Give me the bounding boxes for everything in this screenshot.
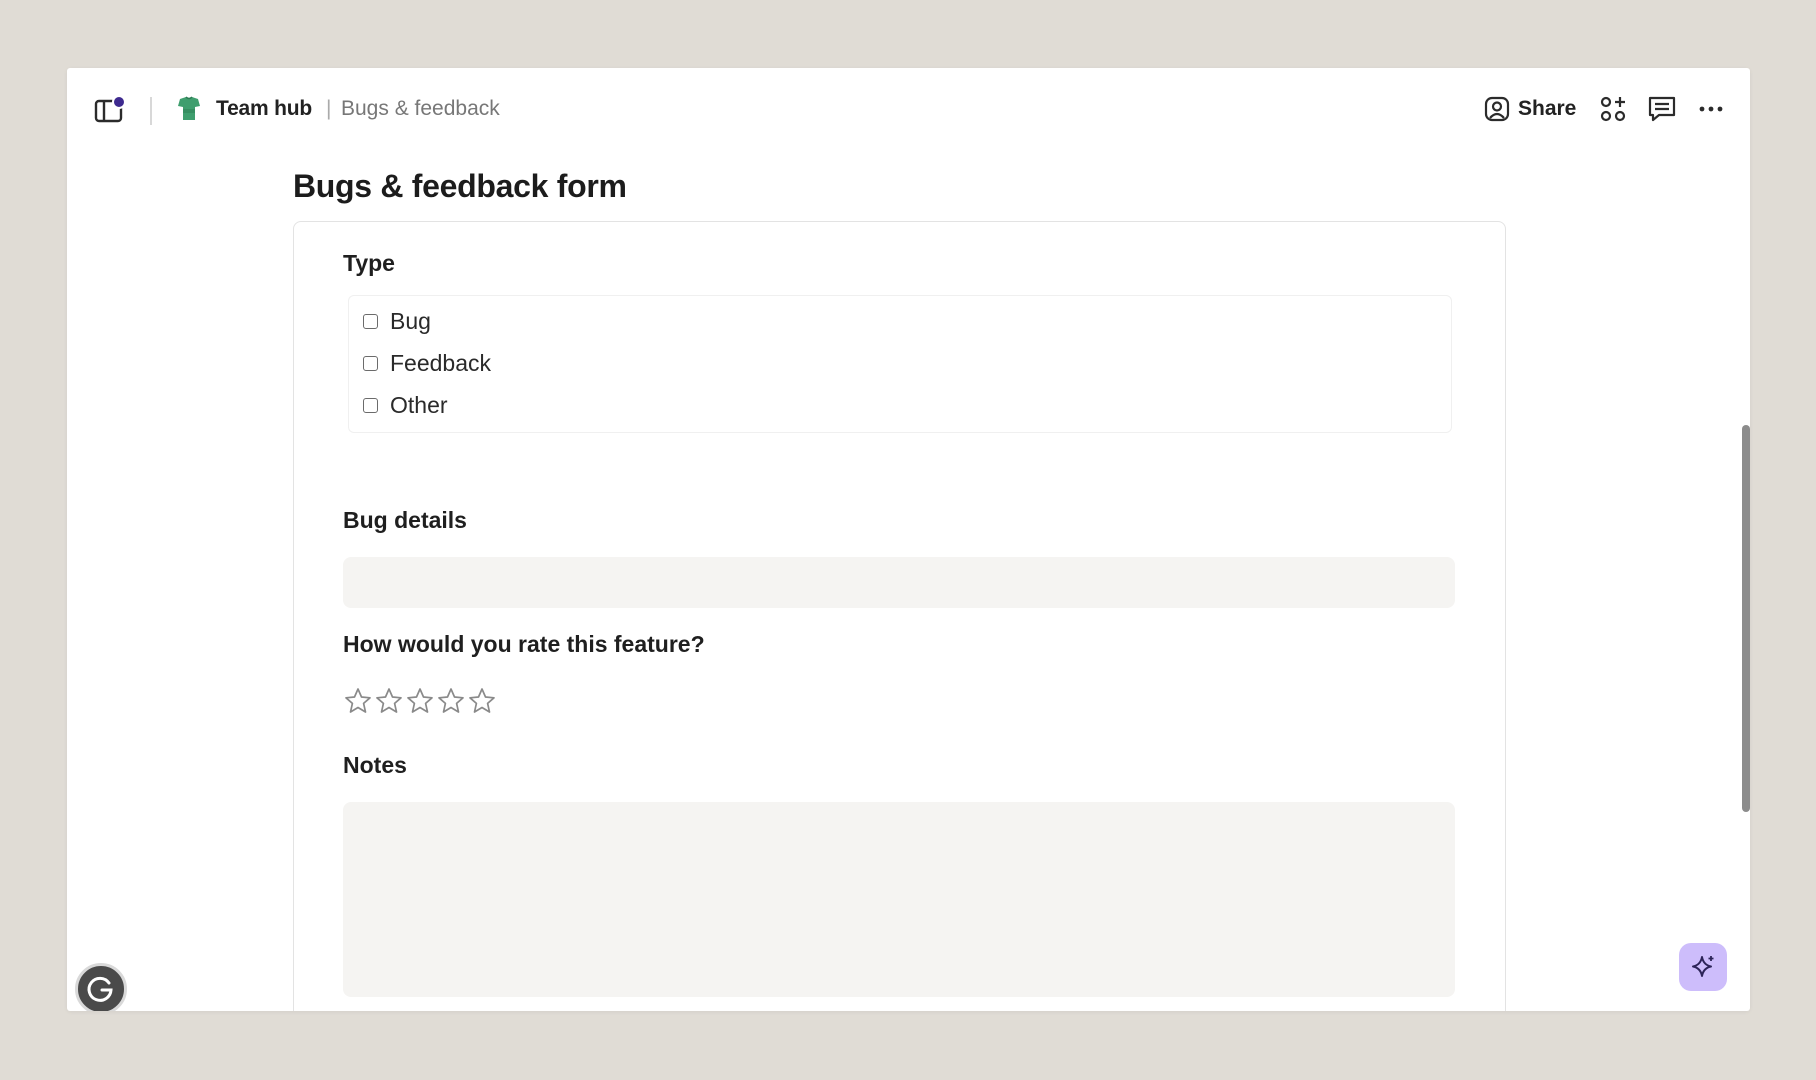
star-4-icon[interactable]	[436, 686, 466, 716]
more-options-button[interactable]	[1694, 92, 1728, 126]
scrollbar-thumb[interactable]	[1742, 425, 1750, 812]
star-5-icon[interactable]	[467, 686, 497, 716]
breadcrumb-separator: |	[326, 97, 332, 120]
sparkle-icon	[1692, 956, 1714, 977]
breadcrumb-current-page[interactable]: Bugs & feedback	[341, 97, 500, 121]
type-field-label: Type	[343, 250, 395, 276]
rating-label: How would you rate this feature?	[343, 631, 705, 657]
user-circle-icon	[1484, 96, 1510, 122]
share-button[interactable]: Share	[1484, 92, 1576, 126]
option-feedback-checkbox[interactable]	[363, 356, 378, 371]
option-feedback-label: Feedback	[390, 350, 492, 376]
apps-add-icon	[1600, 96, 1626, 122]
form-card: Type Bug Feedback Other Bug details How …	[293, 221, 1506, 1011]
top-bar: Team hub | Bugs & feedback Share	[67, 68, 1750, 151]
option-bug[interactable]: Bug	[363, 308, 431, 335]
type-options-group: Bug Feedback Other	[348, 295, 1452, 433]
apps-add-button[interactable]	[1596, 92, 1630, 126]
bug-details-label: Bug details	[343, 507, 467, 533]
share-label: Share	[1518, 97, 1577, 120]
ai-assistant-button[interactable]	[1679, 943, 1727, 991]
option-other[interactable]: Other	[363, 392, 448, 419]
star-3-icon[interactable]	[405, 686, 435, 716]
comments-button[interactable]	[1645, 92, 1679, 126]
notes-textarea[interactable]	[343, 802, 1455, 997]
team-hub-icon	[178, 96, 200, 120]
app-window: Team hub | Bugs & feedback Share Bugs & …	[67, 68, 1750, 1011]
star-1-icon[interactable]	[343, 686, 373, 716]
comment-icon	[1648, 96, 1676, 122]
sidebar-toggle-button[interactable]	[94, 95, 126, 125]
option-bug-label: Bug	[390, 308, 431, 334]
option-bug-checkbox[interactable]	[363, 314, 378, 329]
star-rating[interactable]	[343, 686, 497, 716]
notes-label: Notes	[343, 752, 407, 778]
option-other-label: Other	[390, 392, 448, 418]
option-other-checkbox[interactable]	[363, 398, 378, 413]
grammarly-button[interactable]	[75, 963, 127, 1011]
notification-dot	[112, 95, 126, 109]
bug-details-input[interactable]	[343, 557, 1455, 608]
form-title: Bugs & feedback form	[293, 168, 627, 204]
breadcrumb-team-hub[interactable]: Team hub	[216, 97, 312, 121]
grammarly-g-icon	[87, 976, 113, 1002]
option-feedback[interactable]: Feedback	[363, 350, 491, 377]
star-2-icon[interactable]	[374, 686, 404, 716]
toolbar-divider	[150, 97, 152, 125]
more-icon	[1699, 106, 1723, 112]
